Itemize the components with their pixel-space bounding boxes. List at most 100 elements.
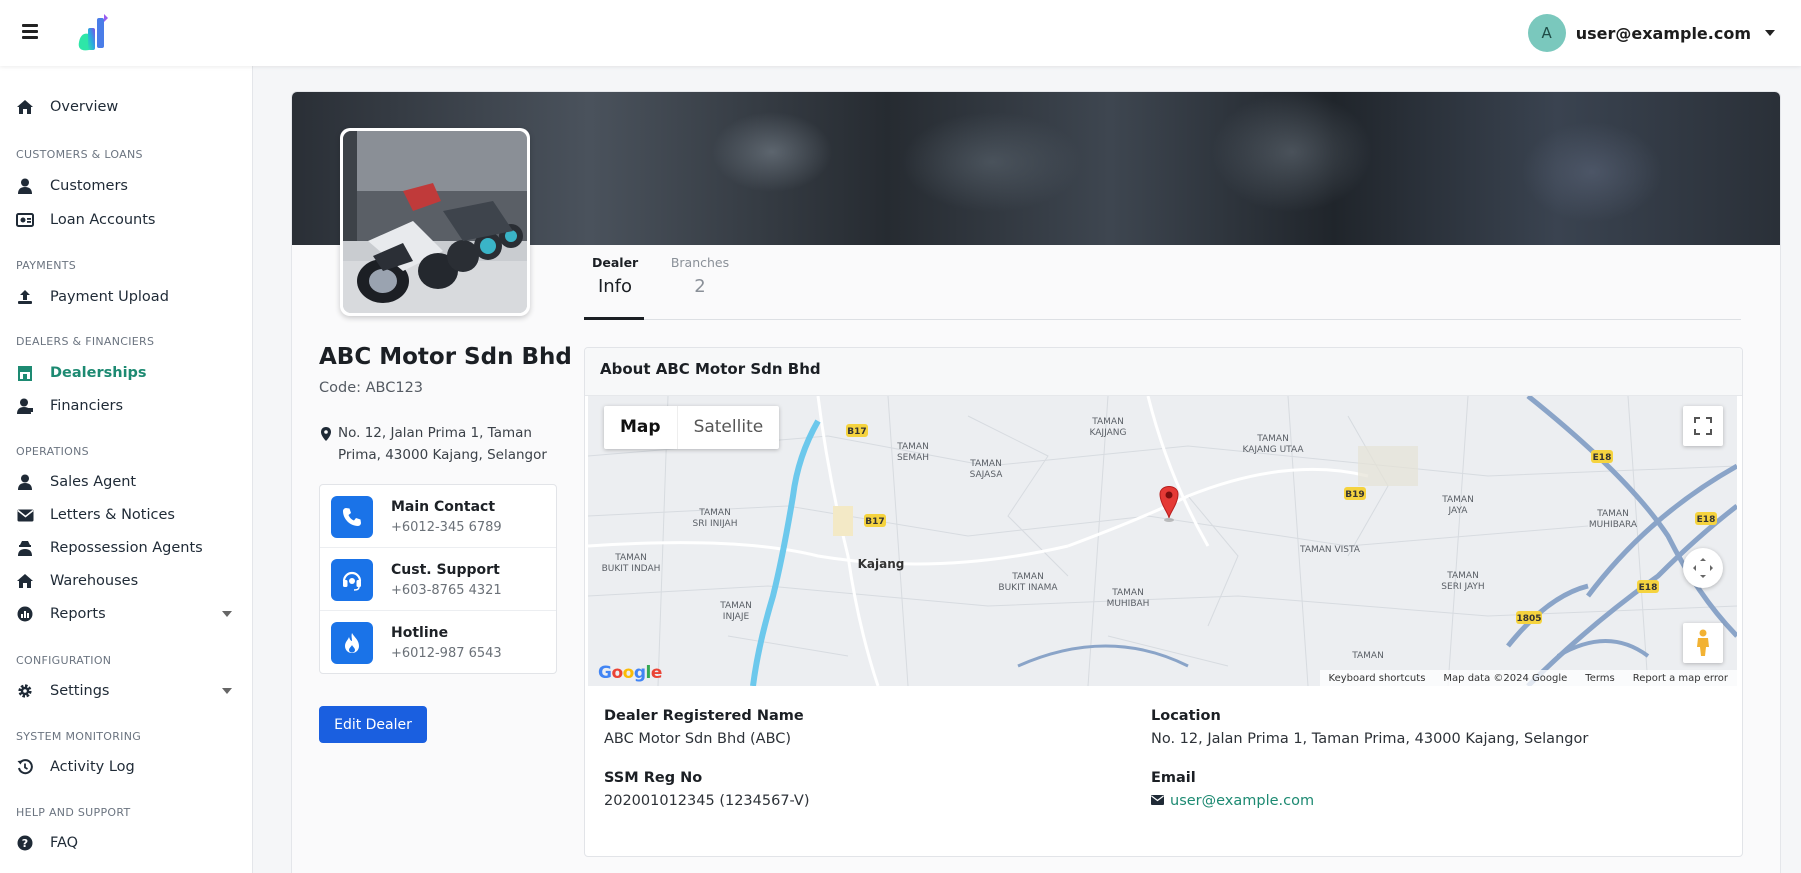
sidebar-item-settings[interactable]: Settings: [16, 678, 232, 704]
contact-value: +6012-987 6543: [391, 646, 502, 661]
phone-icon: [331, 496, 373, 538]
sidebar-item-label: Payment Upload: [50, 289, 169, 305]
email-row: user@example.com: [1151, 793, 1314, 809]
user-menu[interactable]: A user@example.com: [1527, 14, 1775, 52]
map-data-attribution: Map data ©2024 Google: [1443, 672, 1568, 684]
street-view-pegman-icon[interactable]: [1683, 623, 1723, 663]
svg-text:SEMAH: SEMAH: [897, 453, 929, 463]
sidebar-item-label: Activity Log: [50, 759, 135, 775]
top-bar: A user@example.com: [0, 0, 1801, 66]
svg-text:MUHIBAH: MUHIBAH: [1107, 599, 1150, 609]
sidebar-item-repossession-agents[interactable]: Repossession Agents: [16, 535, 232, 561]
menu-icon[interactable]: [22, 24, 38, 39]
location-map[interactable]: TAMAN KAJJANG TAMAN KAJANG UTAA TAMAN SEMAH…: [588, 396, 1737, 686]
edit-dealer-button[interactable]: Edit Dealer: [319, 706, 427, 743]
sidebar-item-loan-accounts[interactable]: Loan Accounts: [16, 207, 232, 233]
chevron-down-icon[interactable]: [222, 611, 232, 617]
svg-text:SERI JAYH: SERI JAYH: [1441, 582, 1484, 592]
dealer-name: ABC Motor Sdn Bhd: [319, 344, 572, 370]
fire-icon: [331, 622, 373, 664]
user-secret-icon: [16, 539, 34, 557]
keyboard-shortcuts-link[interactable]: Keyboard shortcuts: [1320, 673, 1435, 684]
svg-text:JAYA: JAYA: [1448, 506, 1469, 516]
sidebar-item-reports[interactable]: Reports: [16, 601, 232, 627]
map-pan-control-icon[interactable]: [1683, 548, 1723, 588]
report-map-error-link[interactable]: Report a map error: [1624, 673, 1737, 684]
svg-text:TAMAN VISTA: TAMAN VISTA: [1299, 545, 1361, 555]
user-email[interactable]: user@example.com: [1576, 24, 1751, 43]
section-title: CONFIGURATION: [16, 654, 112, 667]
location-value: No. 12, Jalan Prima 1, Taman Prima, 4300…: [1151, 731, 1589, 747]
headset-icon: [331, 559, 373, 601]
contact-support[interactable]: Cust. Support +603-8765 4321: [320, 548, 556, 611]
sidebar-item-financiers[interactable]: Financiers: [16, 393, 232, 419]
section-title: OPERATIONS: [16, 445, 89, 458]
sidebar-item-overview[interactable]: Overview: [16, 94, 232, 120]
sidebar-item-label: Financiers: [50, 398, 124, 414]
svg-text:B17: B17: [847, 427, 866, 437]
history-icon: [16, 758, 34, 776]
dealer-tabs: Dealer Info Branches 2: [584, 245, 1741, 320]
svg-text:B17: B17: [865, 517, 884, 527]
sidebar-item-warehouses[interactable]: Warehouses: [16, 568, 232, 594]
section-title: DEALERS & FINANCIERS: [16, 335, 155, 348]
tab-branches[interactable]: Branches 2: [670, 255, 730, 297]
svg-text:SRI INIJAH: SRI INIJAH: [693, 519, 738, 529]
dealer-address: No. 12, Jalan Prima 1, Taman Prima, 4300…: [319, 422, 564, 466]
svg-text:TAMAN: TAMAN: [896, 442, 929, 452]
svg-text:TAMAN: TAMAN: [1441, 495, 1474, 505]
upload-icon: [16, 288, 34, 306]
user-icon: [16, 177, 34, 195]
tab-subtitle: Info: [597, 276, 633, 297]
contact-label: Cust. Support: [391, 562, 500, 578]
tab-dealer-info[interactable]: Dealer Info: [592, 255, 638, 297]
sidebar-item-label: Repossession Agents: [50, 540, 203, 556]
sidebar-item-label: Warehouses: [50, 573, 139, 589]
sidebar-item-label: Letters & Notices: [50, 507, 175, 523]
email-link[interactable]: user@example.com: [1170, 793, 1314, 809]
chevron-down-icon[interactable]: [1765, 30, 1775, 36]
svg-text:TAMAN: TAMAN: [719, 601, 752, 611]
sidebar-item-payment-upload[interactable]: Payment Upload: [16, 284, 232, 310]
avatar[interactable]: A: [1527, 14, 1566, 52]
dealer-code: Code: ABC123: [319, 380, 424, 396]
map-type-toggle[interactable]: Map Satellite: [604, 406, 780, 449]
map-footer: Keyboard shortcuts Map data ©2024 Google…: [1319, 670, 1737, 686]
app-logo[interactable]: [75, 12, 111, 52]
sidebar-item-dealerships[interactable]: Dealerships: [16, 360, 232, 386]
sidebar-item-label: Dealerships: [50, 365, 147, 381]
sidebar-item-letters-notices[interactable]: Letters & Notices: [16, 502, 232, 528]
money-icon: [16, 211, 34, 229]
user-icon: [16, 473, 34, 491]
svg-text:E18: E18: [1593, 453, 1612, 463]
svg-text:TAMAN: TAMAN: [1596, 509, 1629, 519]
map-type-map-button[interactable]: Map: [604, 406, 677, 449]
dealer-card: ABC Motor Sdn Bhd Code: ABC123 No. 12, J…: [291, 91, 1781, 873]
sidebar-item-label: FAQ: [50, 835, 79, 851]
svg-text:TAMAN: TAMAN: [1256, 434, 1289, 444]
svg-text:SAJASA: SAJASA: [970, 470, 1004, 480]
map-type-satellite-button[interactable]: Satellite: [676, 406, 780, 449]
tab-title: Branches: [670, 255, 730, 270]
contact-hotline[interactable]: Hotline +6012-987 6543: [320, 611, 556, 674]
gear-icon: [16, 682, 34, 700]
sidebar-item-faq[interactable]: ? FAQ: [16, 830, 232, 856]
google-logo: Google: [598, 663, 662, 683]
sidebar-item-sales-agent[interactable]: Sales Agent: [16, 469, 232, 495]
address-text: No. 12, Jalan Prima 1, Taman Prima, 4300…: [338, 425, 547, 463]
sidebar-item-activity-log[interactable]: Activity Log: [16, 754, 232, 780]
sidebar-item-label: Sales Agent: [50, 474, 137, 490]
active-tab-indicator: [584, 317, 644, 320]
about-title: About ABC Motor Sdn Bhd: [600, 360, 821, 378]
sidebar-item-customers[interactable]: Customers: [16, 173, 232, 199]
location-label: Location: [1151, 708, 1221, 724]
chart-pie-icon: [16, 605, 34, 623]
chevron-down-icon[interactable]: [222, 688, 232, 694]
terms-link[interactable]: Terms: [1576, 673, 1623, 684]
envelope-icon: [1151, 793, 1164, 809]
svg-text:E18: E18: [1639, 583, 1658, 593]
contact-main[interactable]: Main Contact +6012-345 6789: [320, 485, 556, 548]
fullscreen-icon[interactable]: [1683, 406, 1723, 446]
contact-label: Main Contact: [391, 499, 496, 515]
sidebar-item-label: Reports: [50, 606, 106, 622]
